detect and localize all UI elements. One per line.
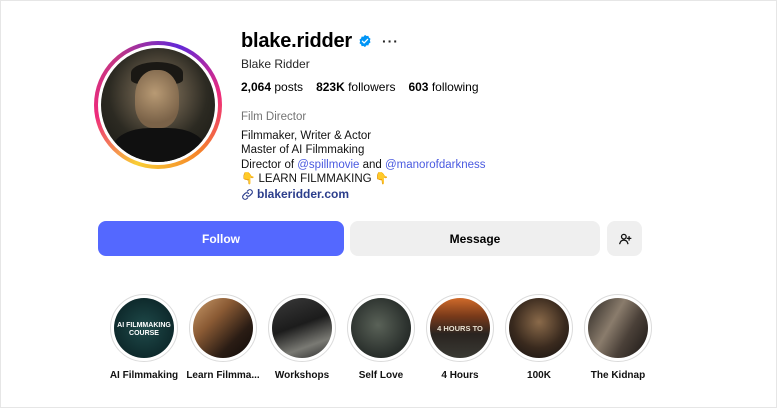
highlight-label: The Kidnap — [590, 370, 646, 381]
username-row: blake.ridder ··· — [241, 29, 399, 53]
bio-line-4: 👇 LEARN FILMMAKING 👇 — [241, 172, 486, 186]
highlight-4-hours[interactable]: 4 HOURS TO 4 Hours — [423, 294, 497, 381]
bio-line-2: Master of AI Filmmaking — [241, 144, 365, 157]
highlight-cover-caption: AI FILMMAKING COURSE — [117, 322, 171, 337]
followers-count: 823K — [316, 80, 345, 94]
highlight-ring — [505, 294, 573, 362]
avatar-face — [135, 70, 179, 128]
profile-stats: 2,064 posts 823K followers 603 following — [241, 80, 479, 94]
bio-line-3-prefix: Director of — [241, 158, 298, 171]
pointing-down-emoji-left: 👇 — [241, 172, 256, 185]
highlight-100k[interactable]: 100K — [502, 294, 576, 381]
profile-category: Film Director — [241, 111, 307, 123]
pointing-down-emoji-right: 👇 — [374, 172, 390, 185]
suggest-similar-accounts-button[interactable] — [607, 221, 642, 256]
profile-bio: Filmmaker, Writer & Actor Master of AI F… — [241, 129, 486, 186]
add-user-icon — [618, 233, 631, 244]
bio-line-1: Filmmaker, Writer & Actor — [241, 130, 372, 142]
bio-line-4-text: LEARN FILMMAKING — [255, 172, 375, 185]
followers-label: followers — [348, 80, 396, 94]
posts-stat[interactable]: 2,064 posts — [241, 80, 303, 94]
mention-manorofdarkness-link[interactable]: @manorofdarkness — [385, 159, 486, 171]
highlight-cover — [509, 298, 569, 358]
avatar-coat — [113, 128, 205, 162]
bio-line-3-mid: and — [359, 158, 385, 171]
website-row: blakeridder.com — [241, 187, 349, 201]
following-label: following — [431, 80, 479, 94]
verified-badge-icon — [359, 34, 371, 48]
message-button[interactable]: Message — [350, 221, 600, 256]
highlight-cover — [588, 298, 648, 358]
link-icon — [242, 188, 253, 200]
highlight-ring — [268, 294, 336, 362]
highlight-ring — [189, 294, 257, 362]
username: blake.ridder — [241, 29, 352, 52]
bio-line-3: Director of @spillmovie and @manorofdark… — [241, 158, 486, 172]
highlight-cover: AI FILMMAKING COURSE — [114, 298, 174, 358]
highlight-learn-filmmaking[interactable]: Learn Filmma... — [186, 294, 260, 381]
highlight-ai-filmmaking[interactable]: AI FILMMAKING COURSE AI Filmmaking — [107, 294, 181, 381]
highlight-cover — [193, 298, 253, 358]
full-name: Blake Ridder — [241, 57, 310, 71]
highlight-ring — [347, 294, 415, 362]
avatar-photo — [101, 48, 215, 162]
highlight-workshops[interactable]: Workshops — [265, 294, 339, 381]
highlight-ring: AI FILMMAKING COURSE — [110, 294, 178, 362]
profile-info: blake.ridder ··· Blake Ridder 2,064 post… — [241, 29, 486, 202]
followers-stat[interactable]: 823K followers — [316, 80, 395, 94]
highlight-cover — [351, 298, 411, 358]
highlight-cover — [272, 298, 332, 358]
posts-count: 2,064 — [241, 80, 272, 94]
website-link[interactable]: blakeridder.com — [257, 187, 349, 201]
posts-label: posts — [274, 80, 304, 94]
highlight-the-kidnap[interactable]: The Kidnap — [581, 294, 655, 381]
highlight-ring: 4 HOURS TO — [426, 294, 494, 362]
more-options-icon[interactable]: ··· — [382, 33, 399, 49]
following-stat[interactable]: 603 following — [408, 80, 478, 94]
highlight-cover-caption: 4 HOURS TO — [437, 324, 483, 333]
highlight-cover: 4 HOURS TO — [430, 298, 490, 358]
follow-button[interactable]: Follow — [98, 221, 344, 256]
highlight-self-love[interactable]: Self Love — [344, 294, 418, 381]
profile-avatar[interactable] — [94, 41, 222, 169]
highlight-ring — [584, 294, 652, 362]
mention-spillmovie-link[interactable]: @spillmovie — [297, 159, 359, 171]
avatar-border — [98, 45, 218, 165]
following-count: 603 — [408, 80, 429, 94]
